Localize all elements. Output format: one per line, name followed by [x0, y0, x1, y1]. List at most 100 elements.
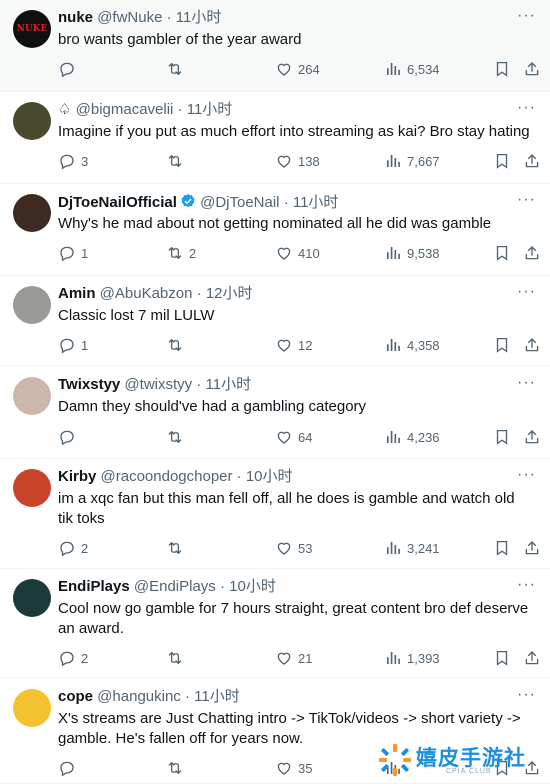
avatar[interactable]: [13, 579, 51, 617]
display-name[interactable]: Amin: [58, 285, 96, 302]
tweet[interactable]: DjToeNailOfficial @DjToeNail · 11小时 ··· Wh…: [0, 184, 550, 276]
views-button[interactable]: 1,393: [384, 648, 440, 668]
avatar[interactable]: [13, 286, 51, 324]
tweet[interactable]: Amin @AbuKabzon · 12小时 ··· Classic lost 7 …: [0, 276, 550, 367]
more-options-icon[interactable]: ···: [517, 375, 536, 391]
timestamp[interactable]: 11小时: [206, 376, 252, 393]
heart-icon: [275, 759, 293, 777]
tweet-header: DjToeNailOfficial @DjToeNail · 11小时: [58, 193, 338, 212]
more-options-icon[interactable]: ···: [517, 100, 536, 116]
reply-button[interactable]: 1: [58, 243, 88, 263]
tweet[interactable]: Twixstyy @twixstyy · 11小时 ··· Damn they sh…: [0, 367, 550, 459]
tweet[interactable]: ♤ @bigmacavelii · 11小时 ··· Imagine if you …: [0, 92, 550, 184]
avatar[interactable]: NUKE: [13, 10, 51, 48]
like-button[interactable]: 264: [275, 59, 320, 79]
retweet-button[interactable]: [166, 151, 189, 171]
user-handle[interactable]: @EndiPlays: [134, 578, 216, 595]
timestamp[interactable]: 11小时: [176, 9, 222, 26]
tweet[interactable]: NUKE nuke @fwNuke · 11小时 ··· bro wants gamb…: [0, 0, 550, 92]
share-button[interactable]: [523, 427, 541, 447]
retweet-button[interactable]: [166, 427, 189, 447]
timestamp[interactable]: 10小时: [229, 578, 276, 595]
user-handle[interactable]: @hangukinc: [97, 688, 181, 705]
like-button[interactable]: 21: [275, 648, 312, 668]
reply-button[interactable]: 1: [58, 335, 88, 355]
views-button[interactable]: 9,538: [384, 243, 440, 263]
like-button[interactable]: 138: [275, 151, 320, 171]
more-options-icon[interactable]: ···: [517, 8, 536, 24]
views-button[interactable]: 7,667: [384, 151, 440, 171]
bookmark-button[interactable]: [493, 648, 511, 668]
reply-button[interactable]: [58, 758, 81, 778]
display-name[interactable]: DjToeNailOfficial: [58, 194, 177, 211]
share-button[interactable]: [523, 538, 541, 558]
views-button[interactable]: 4,236: [384, 427, 440, 447]
share-button[interactable]: [523, 59, 541, 79]
separator-dot: ·: [184, 688, 190, 705]
like-button[interactable]: 12: [275, 335, 312, 355]
like-button[interactable]: 410: [275, 243, 320, 263]
avatar[interactable]: [13, 469, 51, 507]
views-button[interactable]: 6,534: [384, 59, 440, 79]
display-name[interactable]: EndiPlays: [58, 578, 130, 595]
bookmark-button[interactable]: [493, 427, 511, 447]
display-name[interactable]: Twixstyy: [58, 376, 120, 393]
display-name[interactable]: Kirby: [58, 468, 96, 485]
user-handle[interactable]: @AbuKabzon: [100, 285, 193, 302]
display-name[interactable]: ♤: [58, 101, 71, 118]
tweet[interactable]: EndiPlays @EndiPlays · 10小时 ··· Cool now g…: [0, 569, 550, 679]
reply-button[interactable]: 2: [58, 538, 88, 558]
timestamp[interactable]: 12小时: [206, 285, 253, 302]
share-button[interactable]: [523, 648, 541, 668]
timestamp[interactable]: 11小时: [187, 101, 233, 118]
tweet[interactable]: Kirby @racoondogchoper · 10小时 ··· im a xqc…: [0, 459, 550, 569]
share-button[interactable]: [523, 243, 541, 263]
views-button[interactable]: 4,358: [384, 335, 440, 355]
share-button[interactable]: [523, 151, 541, 171]
avatar[interactable]: [13, 194, 51, 232]
reply-button[interactable]: 3: [58, 151, 88, 171]
more-options-icon[interactable]: ···: [517, 687, 536, 703]
timestamp[interactable]: 11小时: [194, 688, 240, 705]
bookmark-button[interactable]: [493, 243, 511, 263]
retweet-button[interactable]: 2: [166, 243, 196, 263]
reply-icon: [58, 539, 76, 557]
user-handle[interactable]: @twixstyy: [124, 376, 192, 393]
more-options-icon[interactable]: ···: [517, 192, 536, 208]
retweet-button[interactable]: [166, 648, 189, 668]
reply-button[interactable]: [58, 427, 81, 447]
bookmark-button[interactable]: [493, 335, 511, 355]
user-handle[interactable]: @DjToeNail: [200, 194, 279, 211]
timestamp[interactable]: 11小时: [293, 194, 339, 211]
display-name[interactable]: cope: [58, 688, 93, 705]
avatar[interactable]: [13, 377, 51, 415]
display-name[interactable]: nuke: [58, 9, 93, 26]
bookmark-button[interactable]: [493, 538, 511, 558]
bookmark-button[interactable]: [493, 151, 511, 171]
retweet-button[interactable]: [166, 758, 189, 778]
more-options-icon[interactable]: ···: [517, 284, 536, 300]
like-button[interactable]: 35: [275, 758, 312, 778]
more-options-icon[interactable]: ···: [517, 467, 536, 483]
retweet-icon: [166, 152, 184, 170]
reply-button[interactable]: [58, 59, 81, 79]
retweet-button[interactable]: [166, 538, 189, 558]
user-handle[interactable]: @racoondogchoper: [101, 468, 233, 485]
share-button[interactable]: [523, 335, 541, 355]
avatar[interactable]: [13, 689, 51, 727]
retweet-button[interactable]: [166, 335, 189, 355]
retweet-button[interactable]: [166, 59, 189, 79]
avatar[interactable]: [13, 102, 51, 140]
like-button[interactable]: 64: [275, 427, 312, 447]
more-options-icon[interactable]: ···: [517, 577, 536, 593]
view-count: 7,667: [407, 153, 440, 169]
views-button[interactable]: 3,241: [384, 538, 440, 558]
view-count: 3,241: [407, 540, 440, 556]
view-count: 1,393: [407, 650, 440, 666]
like-button[interactable]: 53: [275, 538, 312, 558]
user-handle[interactable]: @fwNuke: [97, 9, 162, 26]
bookmark-button[interactable]: [493, 59, 511, 79]
timestamp[interactable]: 10小时: [246, 468, 293, 485]
user-handle[interactable]: @bigmacavelii: [76, 101, 174, 118]
reply-button[interactable]: 2: [58, 648, 88, 668]
